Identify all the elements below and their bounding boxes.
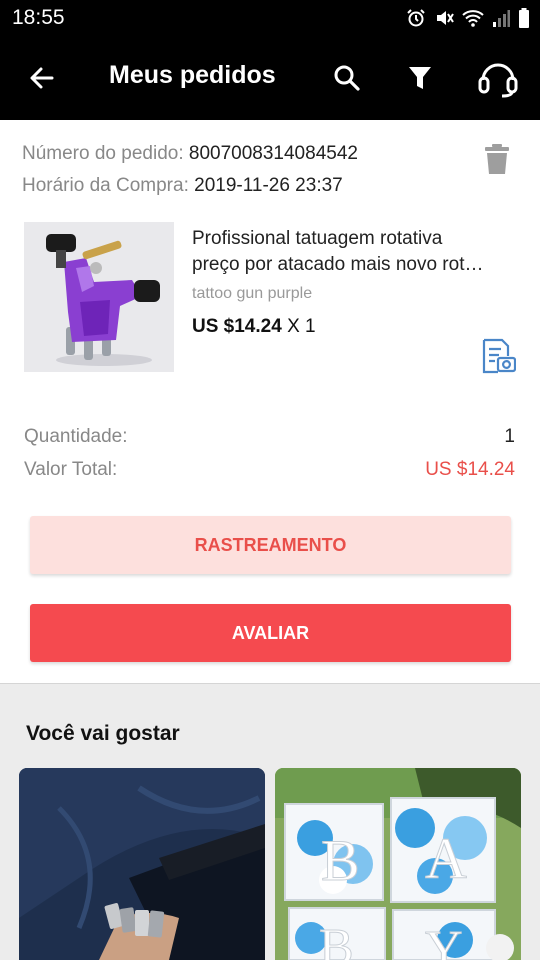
tracking-button[interactable]: RASTREAMENTO (30, 516, 511, 574)
svg-text:B: B (321, 828, 360, 893)
alarm-icon (407, 9, 425, 27)
product-variant: tattoo gun purple (192, 285, 313, 302)
quantity-label: Quantidade: (24, 426, 128, 447)
product-price-row: US $14.24 X 1 (192, 316, 316, 338)
wifi-icon (462, 10, 484, 27)
recommendation-image-baby-boxes: B A B Y (275, 768, 521, 960)
trash-icon[interactable] (484, 144, 510, 174)
order-number-row: Número do pedido: 8007008314084542 (22, 143, 358, 165)
status-icons (406, 8, 530, 28)
back-arrow-icon[interactable] (26, 62, 58, 94)
product-title-line-2: preço por atacado mais novo rot… (192, 254, 484, 275)
search-icon[interactable] (332, 63, 362, 93)
signal-icon (493, 10, 510, 27)
product-title-line-1: Profissional tatuagem rotativa (192, 228, 443, 249)
total-label: Valor Total: (24, 459, 118, 480)
filter-icon[interactable] (405, 63, 435, 93)
svg-text:B: B (319, 919, 354, 960)
order-number-value: 8007008314084542 (188, 143, 358, 164)
purchase-time-value: 2019-11-26 23:37 (194, 175, 343, 196)
mute-icon (437, 11, 454, 25)
status-bar: 18:55 (0, 0, 540, 36)
order-number-label: Número do pedido: (22, 143, 184, 164)
total-value: US $14.24 (425, 459, 515, 480)
app-bar: Meus pedidos (0, 36, 540, 120)
tattoo-machine-image (24, 222, 174, 372)
svg-text:A: A (425, 826, 467, 891)
purchase-time-label: Horário da Compra: (22, 175, 189, 196)
rate-button[interactable]: AVALIAR (30, 604, 511, 662)
order-card: Número do pedido: 8007008314084542 Horár… (0, 120, 540, 684)
recommendations-title: Você vai gostar (26, 722, 180, 745)
status-time: 18:55 (12, 6, 65, 29)
headset-icon[interactable] (476, 58, 520, 98)
recommendation-card[interactable]: B A B Y (275, 768, 521, 960)
product-quantity: X 1 (287, 316, 316, 337)
purchase-time-row: Horário da Compra: 2019-11-26 23:37 (22, 175, 343, 197)
product-image[interactable] (24, 222, 174, 372)
battery-icon (519, 8, 529, 28)
quantity-value: 1 (504, 426, 515, 447)
page-title: Meus pedidos (109, 61, 276, 89)
recommendation-image-bracelet (19, 768, 265, 960)
svg-text:Y: Y (425, 921, 463, 960)
product-title[interactable]: Profissional tatuagem rotativa preço por… (192, 226, 522, 278)
document-camera-icon[interactable] (480, 338, 516, 374)
recommendation-card[interactable] (19, 768, 265, 960)
product-price: US $14.24 (192, 316, 282, 337)
